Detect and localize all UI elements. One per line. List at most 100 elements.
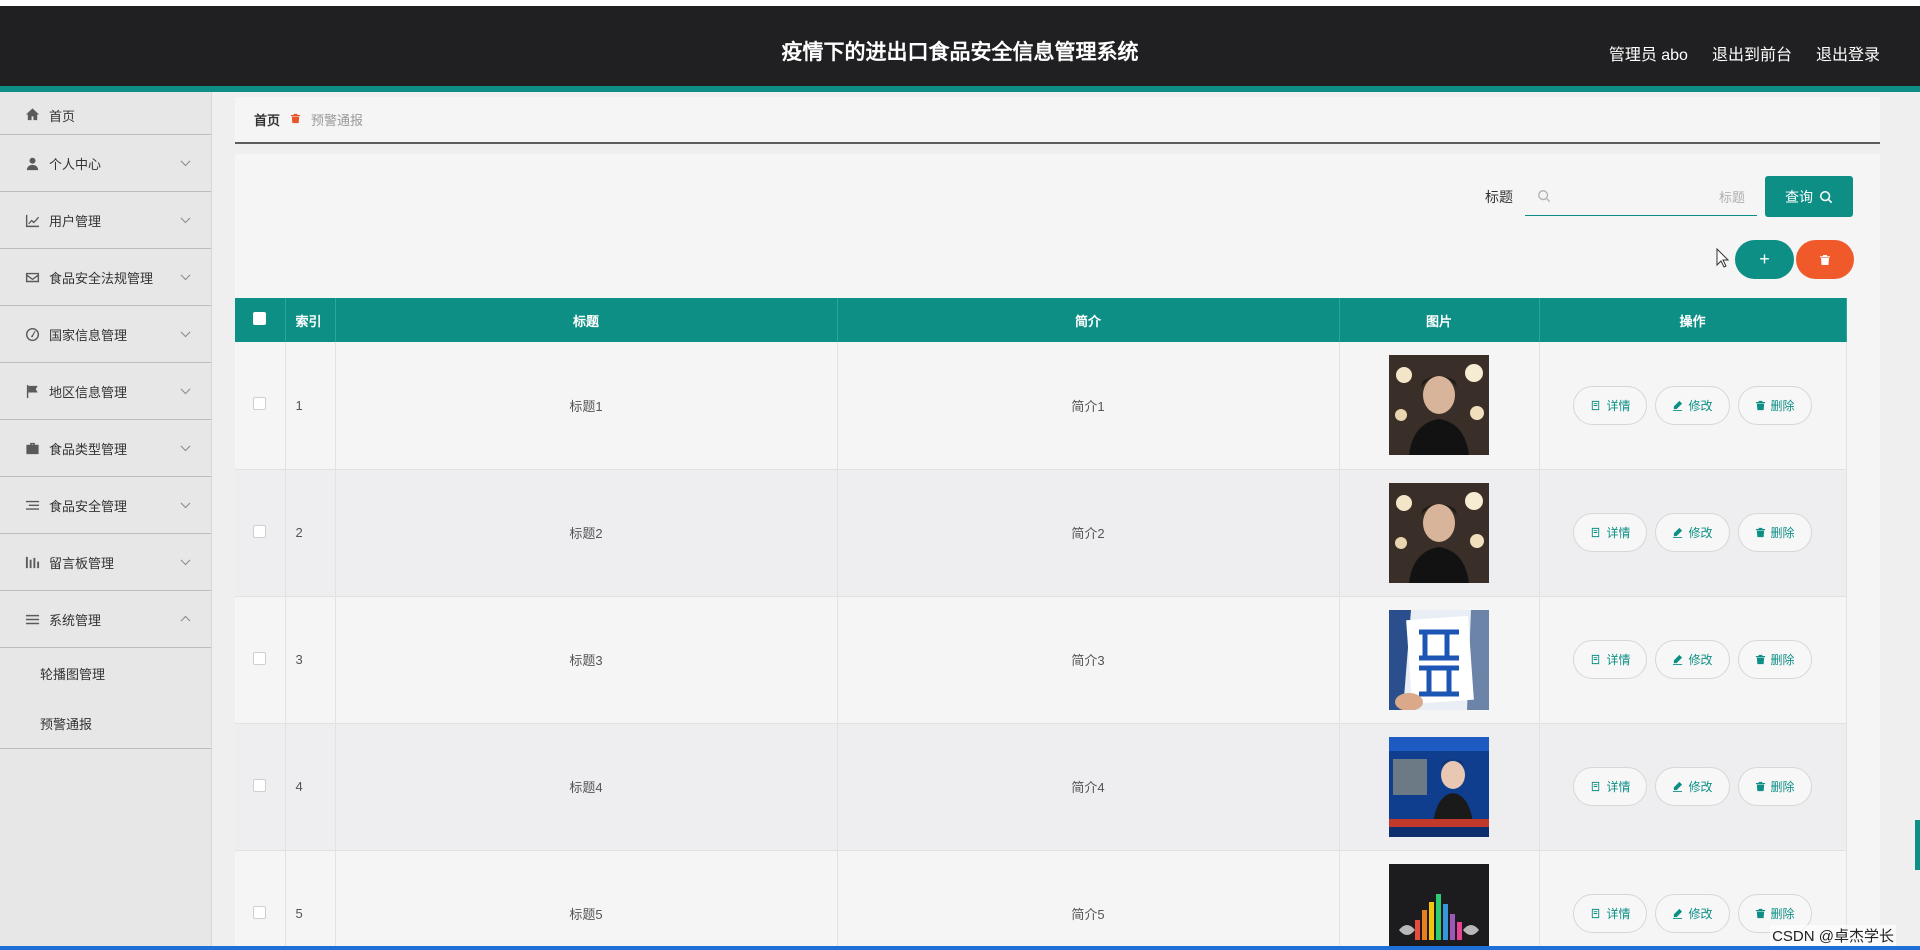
detail-button[interactable]: 详情 xyxy=(1573,894,1648,933)
row-select-cell xyxy=(235,723,286,851)
sidebar-item-label: 食品类型管理 xyxy=(49,441,128,457)
sidebar-item-home[interactable]: 首页 xyxy=(0,92,211,135)
search-input[interactable] xyxy=(1565,184,1745,210)
detail-button[interactable]: 详情 xyxy=(1573,767,1648,806)
row-checkbox[interactable] xyxy=(253,778,267,792)
select-all-checkbox[interactable] xyxy=(253,312,267,325)
row-index: 4 xyxy=(285,723,336,851)
equalizer-thumbnail[interactable] xyxy=(1389,863,1489,950)
edit-button[interactable]: 修改 xyxy=(1655,640,1730,679)
edit-button[interactable]: 修改 xyxy=(1655,513,1730,552)
sidebar-item-users[interactable]: 用户管理 xyxy=(0,192,211,249)
detail-label: 详情 xyxy=(1606,526,1631,540)
row-checkbox[interactable] xyxy=(253,397,267,411)
sidebar-subitem-alerts[interactable]: 预警通报 xyxy=(0,698,211,748)
front-link[interactable]: 退出到前台 xyxy=(1712,41,1792,65)
add-button[interactable]: + xyxy=(1735,240,1794,279)
row-title: 标题3 xyxy=(335,596,838,724)
header: 疫情下的进出口食品安全信息管理系统 管理员 abo 退出到前台 退出登录 xyxy=(0,6,1920,86)
detail-button[interactable]: 详情 xyxy=(1573,385,1648,425)
breadcrumb-home[interactable]: 首页 xyxy=(254,110,280,129)
row-intro: 简介1 xyxy=(837,342,1340,470)
edit-button[interactable]: 修改 xyxy=(1655,894,1730,933)
plus-icon: + xyxy=(1759,249,1770,269)
query-button[interactable]: 查询 xyxy=(1765,176,1853,217)
row-image-cell xyxy=(1339,850,1540,950)
sidebar-subitem-carousel[interactable]: 轮播图管理 xyxy=(0,648,211,698)
sidebar-item-countries[interactable]: 国家信息管理 xyxy=(0,306,211,363)
main-area: 首页 预警通报 标题 查询 + xyxy=(212,92,1920,950)
row-intro: 简介3 xyxy=(837,596,1340,724)
menu-icon xyxy=(24,611,40,627)
delete-label: 删除 xyxy=(1770,653,1795,667)
delete-label: 删除 xyxy=(1770,526,1795,540)
personal-info-thumbnail[interactable] xyxy=(1389,609,1489,710)
news-broadcast-thumbnail[interactable] xyxy=(1389,736,1489,837)
document-icon xyxy=(1592,527,1600,538)
breadcrumb-current: 预警通报 xyxy=(311,113,364,128)
sidebar-item-regulations[interactable]: 食品安全法规管理 xyxy=(0,249,211,306)
select-all-cell xyxy=(235,298,286,342)
batch-delete-button[interactable] xyxy=(1796,240,1854,279)
row-checkbox[interactable] xyxy=(253,905,267,919)
row-select-cell xyxy=(235,342,286,470)
sidebar-item-label: 地区信息管理 xyxy=(49,384,128,400)
sidebar-item-regions[interactable]: 地区信息管理 xyxy=(0,363,211,420)
trash-separator-icon xyxy=(290,113,301,127)
mouse-cursor-icon xyxy=(1716,248,1730,268)
delete-button[interactable]: 删除 xyxy=(1737,385,1812,425)
delete-button[interactable]: 删除 xyxy=(1737,640,1812,679)
search-field[interactable] xyxy=(1525,178,1757,216)
table-row: 5 标题5 简介5 详情 修改 删除 xyxy=(235,850,1847,950)
sidebar-item-label: 食品安全法规管理 xyxy=(49,270,154,286)
sidebar-item-label: 个人中心 xyxy=(49,156,102,172)
edit-label: 修改 xyxy=(1688,398,1713,413)
row-image-cell xyxy=(1339,342,1540,470)
list-icon xyxy=(24,497,40,513)
document-icon xyxy=(1592,781,1600,792)
table-row: 1 标题1 简介1 详情 修改 删除 xyxy=(235,342,1847,470)
chevron-down-icon xyxy=(180,498,191,509)
row-checkbox[interactable] xyxy=(253,651,267,665)
row-intro: 简介2 xyxy=(837,469,1340,597)
logout-link[interactable]: 退出登录 xyxy=(1816,41,1880,65)
chevron-down-icon xyxy=(180,441,191,452)
top-links: 管理员 abo 退出到前台 退出登录 xyxy=(1609,41,1880,65)
portrait-thumbnail[interactable] xyxy=(1389,482,1489,583)
home-icon xyxy=(24,106,40,122)
edit-button[interactable]: 修改 xyxy=(1655,767,1730,806)
delete-label: 删除 xyxy=(1770,907,1795,921)
document-icon xyxy=(1592,654,1600,665)
header-intro: 简介 xyxy=(837,298,1340,342)
document-icon xyxy=(1592,400,1600,410)
edit-button[interactable]: 修改 xyxy=(1655,385,1730,425)
sidebar-item-label: 系统管理 xyxy=(49,612,102,628)
delete-button[interactable]: 删除 xyxy=(1737,513,1812,552)
mail-icon xyxy=(24,269,40,285)
detail-button[interactable]: 详情 xyxy=(1573,513,1648,552)
detail-button[interactable]: 详情 xyxy=(1573,640,1648,679)
edit-label: 修改 xyxy=(1688,526,1713,540)
sidebar-item-system[interactable]: 系统管理 xyxy=(0,591,211,648)
row-intro: 简介4 xyxy=(837,723,1340,851)
sidebar-item-label: 首页 xyxy=(49,109,76,124)
sidebar-item-personal[interactable]: 个人中心 xyxy=(0,135,211,192)
sidebar-item-food-safety[interactable]: 食品安全管理 xyxy=(0,477,211,534)
sidebar-item-food-types[interactable]: 食品类型管理 xyxy=(0,420,211,477)
detail-label: 详情 xyxy=(1606,780,1631,794)
edit-icon xyxy=(1673,781,1683,792)
row-title: 标题1 xyxy=(335,342,838,470)
flag-icon xyxy=(24,383,40,399)
chevron-down-icon xyxy=(180,213,191,224)
edit-icon xyxy=(1673,527,1683,538)
portrait-thumbnail[interactable] xyxy=(1389,355,1489,456)
chevron-down-icon xyxy=(180,156,191,167)
scrollbar-handle[interactable] xyxy=(1915,820,1920,870)
edit-label: 修改 xyxy=(1688,907,1713,921)
trash-icon xyxy=(1755,400,1765,410)
delete-button[interactable]: 删除 xyxy=(1737,767,1812,806)
row-checkbox[interactable] xyxy=(253,524,267,538)
bottom-progress-bar xyxy=(0,946,1920,950)
sidebar-item-messages[interactable]: 留言板管理 xyxy=(0,534,211,591)
chevron-down-icon xyxy=(180,270,191,281)
